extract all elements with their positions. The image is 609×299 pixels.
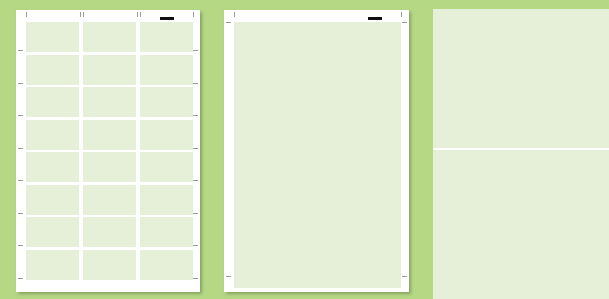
- crop-mark: [226, 22, 231, 23]
- label-cell[interactable]: [140, 152, 193, 182]
- label-cell[interactable]: [26, 87, 79, 117]
- crop-mark: [193, 212, 198, 214]
- label-cell[interactable]: [26, 22, 79, 52]
- label-cell[interactable]: [26, 152, 79, 182]
- label-sheet-full-page[interactable]: [224, 10, 409, 292]
- label-cell[interactable]: [83, 152, 136, 182]
- label-cell[interactable]: [140, 217, 193, 247]
- crop-mark: [18, 277, 23, 279]
- crop-mark: [18, 245, 23, 246]
- crop-mark: [193, 180, 198, 181]
- crop-mark: [402, 276, 407, 277]
- crop-mark: [18, 180, 23, 181]
- label-cell[interactable]: [140, 22, 193, 52]
- label-cell[interactable]: [83, 119, 136, 150]
- crop-mark: [193, 115, 198, 116]
- label-cell[interactable]: [26, 54, 79, 85]
- crop-mark: [26, 12, 27, 17]
- crop-mark: [83, 12, 84, 17]
- sheet-marker: [160, 17, 174, 20]
- label-cell[interactable]: [83, 22, 136, 52]
- crop-mark: [226, 276, 231, 277]
- crop-mark: [193, 147, 198, 149]
- crop-mark: [193, 82, 198, 84]
- half-page-label-bottom[interactable]: [433, 150, 609, 299]
- label-cell[interactable]: [140, 119, 193, 150]
- label-cell[interactable]: [140, 249, 193, 280]
- label-cell[interactable]: [140, 184, 193, 215]
- crop-mark: [140, 12, 141, 17]
- crop-mark: [137, 12, 138, 17]
- crop-mark: [18, 147, 23, 149]
- crop-mark: [18, 82, 23, 84]
- full-page-label[interactable]: [234, 22, 401, 288]
- label-sheet-half-page[interactable]: [433, 9, 609, 299]
- label-cell[interactable]: [83, 54, 136, 85]
- label-cell[interactable]: [83, 249, 136, 280]
- half-page-label-top[interactable]: [433, 9, 609, 148]
- label-cell[interactable]: [26, 119, 79, 150]
- label-cell[interactable]: [83, 184, 136, 215]
- crop-mark: [193, 12, 194, 17]
- sheet-marker: [368, 17, 382, 20]
- crop-mark: [402, 22, 407, 23]
- label-cell[interactable]: [26, 217, 79, 247]
- crop-mark: [401, 12, 402, 17]
- label-sheet-3x8[interactable]: [16, 10, 200, 292]
- label-cell[interactable]: [140, 87, 193, 117]
- crop-mark: [18, 50, 23, 51]
- crop-mark: [80, 12, 81, 17]
- crop-mark: [18, 115, 23, 116]
- crop-mark: [234, 12, 235, 17]
- crop-mark: [193, 277, 198, 279]
- label-cell[interactable]: [26, 249, 79, 280]
- label-cell[interactable]: [26, 184, 79, 215]
- label-cell[interactable]: [83, 87, 136, 117]
- label-cell[interactable]: [83, 217, 136, 247]
- label-cell[interactable]: [140, 54, 193, 85]
- crop-mark: [193, 50, 198, 51]
- crop-mark: [18, 212, 23, 214]
- crop-mark: [193, 245, 198, 246]
